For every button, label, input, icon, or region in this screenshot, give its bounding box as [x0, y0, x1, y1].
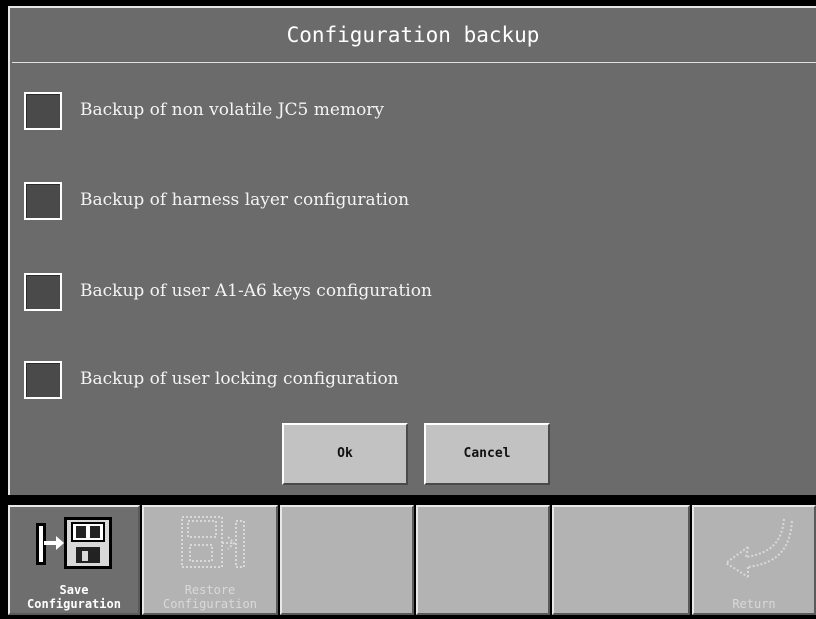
- option-label: Backup of user locking configuration: [80, 369, 399, 389]
- option-nonvolatile-memory[interactable]: Backup of non volatile JC5 memory: [24, 90, 784, 130]
- restore-label-line2: Configuration: [163, 597, 257, 611]
- checkbox-user-keys[interactable]: [24, 273, 62, 311]
- dialog-title: Configuration backup: [286, 23, 540, 47]
- empty-toolbar-slot-2[interactable]: [416, 505, 550, 615]
- restore-label-line1: Restore: [184, 583, 236, 597]
- restore-configuration-label: Restore Configuration: [144, 583, 276, 611]
- ok-button[interactable]: Ok: [282, 423, 408, 485]
- checkbox-user-locking[interactable]: [24, 361, 62, 399]
- option-label: Backup of non volatile JC5 memory: [80, 100, 385, 120]
- save-label-line2: Configuration: [27, 597, 121, 611]
- return-label: Return: [732, 597, 776, 611]
- empty-toolbar-slot-3[interactable]: [552, 505, 690, 615]
- option-user-keys[interactable]: Backup of user A1-A6 keys configuration: [24, 271, 784, 311]
- empty-toolbar-slot-1[interactable]: [280, 505, 414, 615]
- option-user-locking[interactable]: Backup of user locking configuration: [24, 359, 784, 399]
- save-label-line1: Save: [59, 583, 89, 597]
- configuration-backup-dialog: Configuration backup Backup of non volat…: [8, 6, 816, 495]
- option-label: Backup of harness layer configuration: [80, 190, 410, 210]
- bottom-toolbar: Save Configuration Restore Configuration: [0, 499, 816, 619]
- title-divider: [12, 62, 816, 63]
- save-configuration-icon: [36, 517, 112, 569]
- save-configuration-button[interactable]: Save Configuration: [8, 505, 140, 615]
- return-arrow-icon: [724, 518, 793, 578]
- option-label: Backup of user A1-A6 keys configuration: [80, 281, 432, 301]
- checkbox-nonvolatile-memory[interactable]: [24, 92, 62, 130]
- option-harness-layer[interactable]: Backup of harness layer configuration: [24, 180, 784, 220]
- checkbox-harness-layer[interactable]: [24, 182, 62, 220]
- return-button[interactable]: Return: [692, 505, 816, 615]
- cancel-button[interactable]: Cancel: [424, 423, 550, 485]
- restore-configuration-icon: [181, 516, 245, 568]
- save-configuration-label: Save Configuration: [10, 583, 138, 611]
- restore-configuration-button[interactable]: Restore Configuration: [142, 505, 278, 615]
